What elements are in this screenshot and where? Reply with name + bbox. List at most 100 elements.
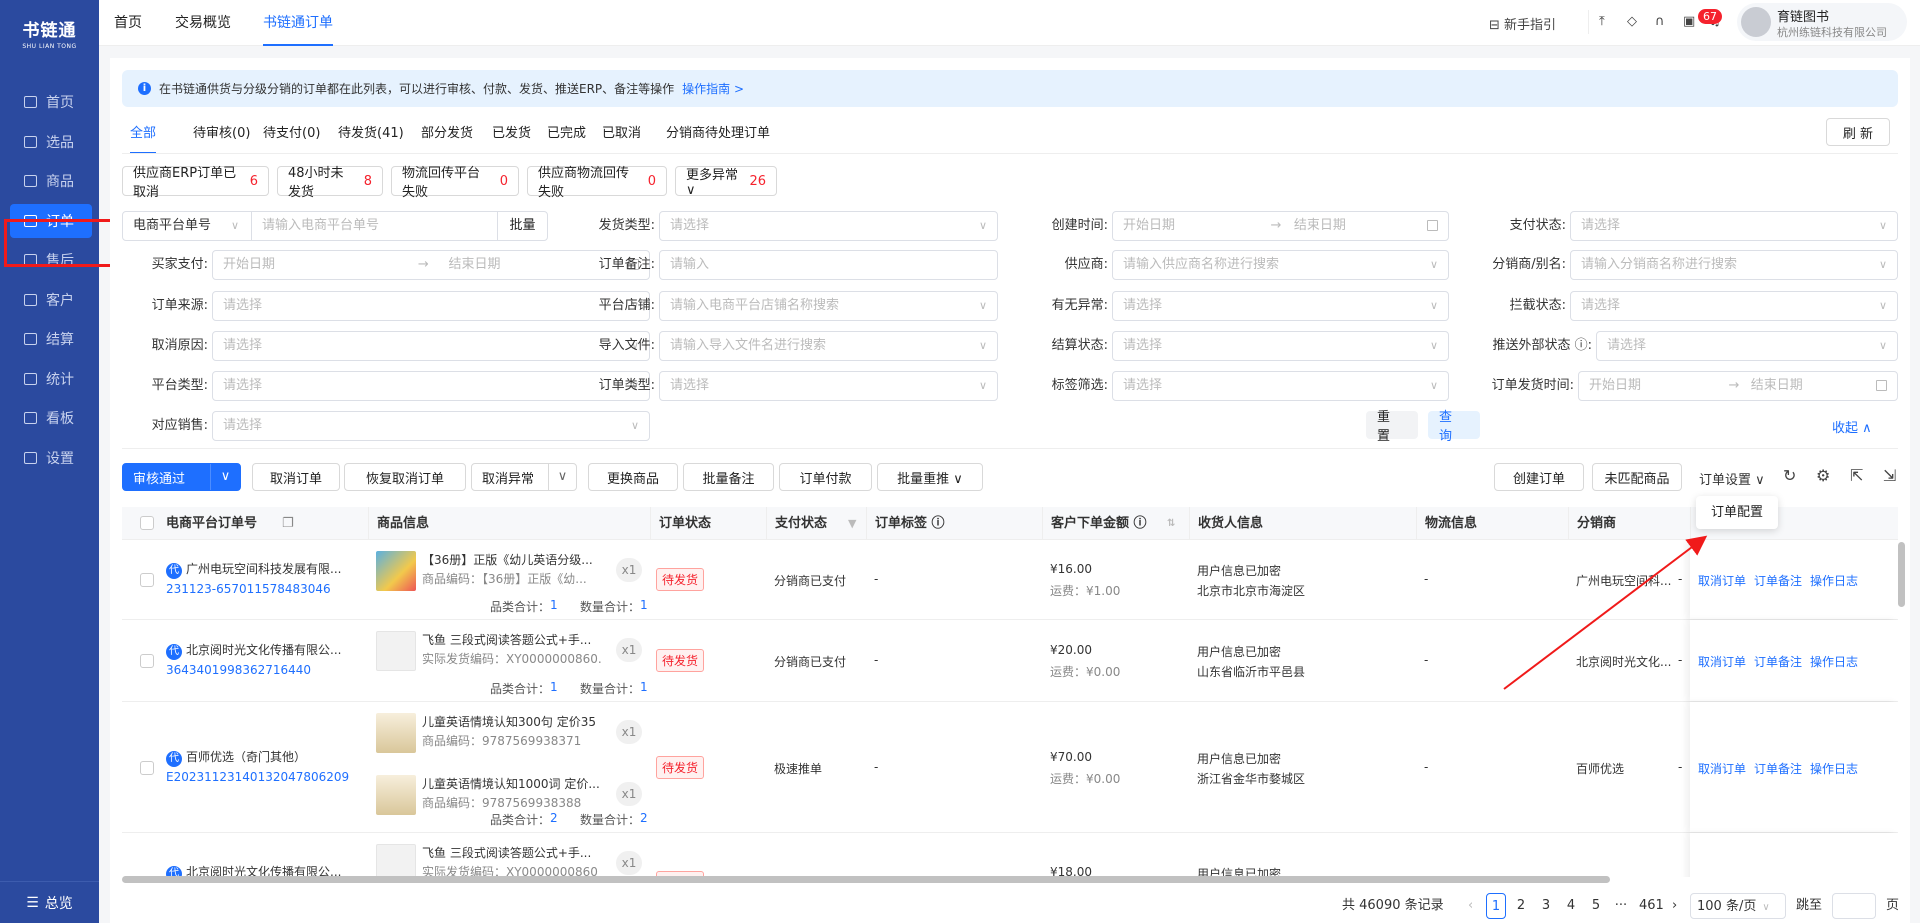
filter-input[interactable]: 请选择 ∨: [1570, 211, 1898, 241]
tab-6[interactable]: 已完成: [547, 122, 586, 154]
op-link-0[interactable]: 取消订单: [1698, 653, 1746, 670]
vertical-scrollbar[interactable]: [1898, 542, 1905, 607]
gear-icon[interactable]: ⚙: [1816, 466, 1830, 485]
op-link-2[interactable]: 操作日志: [1810, 572, 1858, 589]
headset-icon[interactable]: ∩: [1655, 14, 1665, 29]
filter-input[interactable]: 请输入导入文件名进行搜索 ∨: [659, 331, 998, 361]
page-5[interactable]: 5: [1586, 893, 1606, 919]
reset-button[interactable]: 重 置: [1366, 410, 1418, 444]
op-link-1[interactable]: 订单备注: [1754, 760, 1802, 777]
upload-icon[interactable]: ⤒: [1599, 14, 1605, 29]
collapse-button[interactable]: 收起 ∧: [1832, 417, 1872, 436]
tab-1[interactable]: 待审核(0): [193, 122, 250, 154]
op-link-2[interactable]: 操作日志: [1810, 760, 1858, 777]
row-checkbox[interactable]: [140, 760, 154, 775]
filter-input[interactable]: 请选择 ∨: [1112, 331, 1449, 361]
order-number-link[interactable]: 231123-657011578483046: [166, 582, 331, 596]
filter-input[interactable]: 请输入: [659, 250, 998, 280]
op-link-0[interactable]: 取消订单: [1698, 760, 1746, 777]
op-link-2[interactable]: 操作日志: [1810, 653, 1858, 670]
filter-input[interactable]: 请输入供应商名称进行搜索 ∨: [1112, 250, 1449, 280]
filter-input[interactable]: 请选择 ∨: [1570, 291, 1898, 321]
filter-input[interactable]: 请选择 ∨: [1112, 291, 1449, 321]
op-link-1[interactable]: 订单备注: [1754, 653, 1802, 670]
row-checkbox[interactable]: [140, 654, 154, 668]
copy-icon[interactable]: ❐: [282, 507, 294, 540]
tag-icon[interactable]: ◇: [1627, 14, 1637, 29]
sidebar-item-9[interactable]: 设置: [10, 441, 92, 475]
guide-link[interactable]: 操作指南 >: [682, 80, 744, 97]
user-menu[interactable]: 育链图书 杭州练链科技有限公司: [1737, 3, 1907, 41]
import-icon[interactable]: ⇲: [1883, 466, 1896, 485]
anomaly-filter-button[interactable]: 更多异常 ∨ 26: [675, 166, 777, 198]
op-link-0[interactable]: 取消订单: [1698, 875, 1746, 877]
topnav-item[interactable]: 书链通订单: [263, 0, 333, 46]
refresh-button[interactable]: 刷 新: [1826, 118, 1890, 146]
reload-icon[interactable]: ↻: [1783, 466, 1796, 485]
filter-input[interactable]: 开始日期 → 结束日期: [1112, 211, 1449, 241]
filter-input[interactable]: 请选择 ∨: [1596, 331, 1898, 361]
filter-input[interactable]: 请选择 ∨: [1112, 371, 1449, 401]
filter-input[interactable]: 请输入电商平台店铺名称搜索 ∨: [659, 291, 998, 321]
order-number-link[interactable]: E20231123140132047806209: [166, 770, 349, 784]
tab-4[interactable]: 部分发货: [421, 122, 473, 154]
prev-page-button[interactable]: ‹: [1468, 893, 1473, 919]
sidebar-item-2[interactable]: 商品: [10, 164, 92, 198]
action-button-0[interactable]: 审核通过 ∨: [122, 463, 241, 491]
sidebar-item-1[interactable]: 选品: [10, 125, 92, 159]
sort-icon[interactable]: ⇅: [1167, 507, 1175, 540]
jump-page-input[interactable]: [1832, 893, 1876, 919]
tab-2[interactable]: 待支付(0): [263, 122, 320, 154]
next-page-button[interactable]: ›: [1672, 893, 1677, 919]
page-1[interactable]: 1: [1486, 893, 1506, 919]
order-number-link[interactable]: 3643401998362716440: [166, 663, 311, 677]
action-button-4[interactable]: 更换商品: [588, 463, 678, 491]
op-link-1[interactable]: 订单备注: [1754, 572, 1802, 589]
tab-0[interactable]: 全部: [130, 122, 157, 154]
tab-5[interactable]: 已发货: [492, 122, 531, 154]
topnav-item[interactable]: 交易概览: [175, 0, 231, 46]
order-config-menu-item[interactable]: 订单配置: [1696, 496, 1778, 529]
horizontal-scrollbar[interactable]: [122, 876, 1610, 883]
order-no-type-select[interactable]: 电商平台单号: [133, 212, 211, 240]
page-2[interactable]: 2: [1511, 893, 1531, 919]
sidebar-overview-button[interactable]: ☰ 总览: [0, 881, 99, 923]
page-size-select[interactable]: 100 条/页 ∨: [1690, 893, 1786, 919]
anomaly-filter-button[interactable]: 物流回传平台失败 0: [391, 166, 519, 200]
filter-icon[interactable]: ▼: [848, 507, 856, 540]
action-button-6[interactable]: 订单付款: [779, 463, 872, 491]
robot-icon[interactable]: ▣: [1683, 14, 1695, 29]
action-button-5[interactable]: 批量备注: [683, 463, 774, 491]
page-4[interactable]: 4: [1561, 893, 1581, 919]
chevron-down-icon[interactable]: ∨: [210, 464, 240, 490]
chevron-down-icon[interactable]: ∨: [548, 464, 576, 490]
page-3[interactable]: 3: [1536, 893, 1556, 919]
tab-7[interactable]: 已取消: [602, 122, 641, 154]
filter-input[interactable]: 请输入分销商名称进行搜索 ∨: [1570, 250, 1898, 280]
filter-input[interactable]: 开始日期 → 结束日期: [1578, 371, 1898, 401]
unmatched-goods-button[interactable]: 未匹配商品: [1592, 463, 1682, 491]
filter-input[interactable]: 请选择 ∨: [659, 211, 998, 241]
row-checkbox[interactable]: [140, 573, 154, 587]
create-order-button[interactable]: 创建订单: [1494, 463, 1584, 491]
anomaly-filter-button[interactable]: 供应商ERP订单已取消 6: [122, 166, 269, 200]
anomaly-filter-button[interactable]: 48小时未发货 8: [277, 166, 383, 200]
op-link-2[interactable]: 操作日志: [1810, 875, 1858, 877]
action-button-3[interactable]: 取消异常 ∨: [471, 463, 577, 491]
sidebar-item-0[interactable]: 首页: [10, 85, 92, 119]
action-button-2[interactable]: 恢复取消订单: [344, 463, 466, 491]
page-···[interactable]: ···: [1611, 893, 1631, 919]
export-icon[interactable]: ⇱: [1850, 466, 1863, 485]
tab-8[interactable]: 分销商待处理订单: [666, 122, 770, 154]
anomaly-filter-button[interactable]: 供应商物流回传失败 0: [527, 166, 667, 200]
page-461[interactable]: 461: [1639, 893, 1664, 919]
query-button[interactable]: 查 询: [1428, 410, 1480, 444]
order-no-input[interactable]: 请输入电商平台单号: [251, 212, 497, 240]
filter-input[interactable]: 请选择 ∨: [212, 411, 650, 441]
op-link-0[interactable]: 取消订单: [1698, 572, 1746, 589]
order-settings-dropdown[interactable]: 订单设置 ∨: [1699, 469, 1765, 488]
tab-3[interactable]: 待发货(41): [338, 122, 404, 154]
action-button-1[interactable]: 取消订单: [252, 463, 340, 491]
guide-button[interactable]: ⊟ 新手指引: [1489, 14, 1556, 33]
action-button-7[interactable]: 批量重推 ∨: [877, 463, 983, 491]
